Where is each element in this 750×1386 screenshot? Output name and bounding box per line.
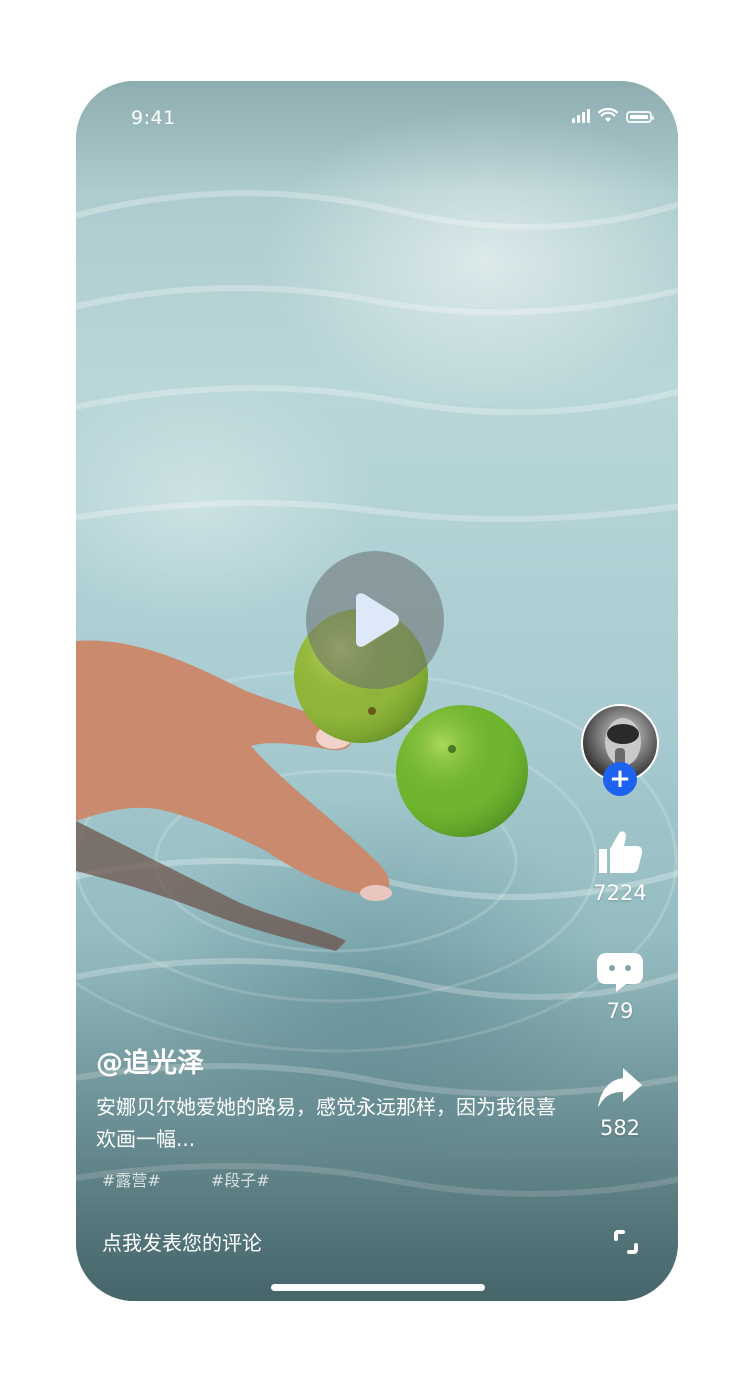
fullscreen-icon <box>614 1230 638 1254</box>
hashtag-jokes[interactable]: #段子# <box>211 1167 270 1191</box>
author-username[interactable]: @追光泽 <box>96 1041 204 1080</box>
top-shade <box>76 81 678 191</box>
share-action[interactable]: 582 <box>580 1066 660 1140</box>
follow-button[interactable]: + <box>603 762 637 796</box>
thumbs-up-icon <box>599 831 643 873</box>
like-action[interactable]: 7224 <box>580 829 660 905</box>
play-icon <box>356 593 399 647</box>
share-count: 582 <box>599 1116 641 1140</box>
wifi-icon <box>598 108 618 122</box>
comment-icon <box>597 953 643 992</box>
post-description: 安娜贝尔她爱她的路易，感觉永远那样，因为我很喜欢画一幅... <box>96 1095 556 1151</box>
plus-icon: + <box>609 764 631 794</box>
comment-action[interactable]: 79 <box>580 951 660 1023</box>
battery-icon <box>626 111 654 123</box>
status-icons <box>572 108 654 123</box>
cellular-signal-icon <box>572 109 590 123</box>
status-time: 9:41 <box>131 107 176 129</box>
hashtag-camping[interactable]: #露营# <box>102 1167 161 1191</box>
phone-screen: 9:41 + 7224 79 582 @追光泽 安娜贝尔她爱她的路易，感觉永远那… <box>76 81 678 1301</box>
like-count: 7224 <box>593 881 647 905</box>
comment-input[interactable]: 点我发表您的评论 <box>102 1227 262 1256</box>
fullscreen-button[interactable] <box>612 1228 640 1256</box>
tag-list: #露营# #段子# <box>102 1167 270 1191</box>
comment-count: 79 <box>606 999 634 1023</box>
play-button[interactable] <box>306 551 444 689</box>
share-arrow-icon <box>598 1068 642 1108</box>
home-indicator[interactable] <box>271 1284 485 1291</box>
